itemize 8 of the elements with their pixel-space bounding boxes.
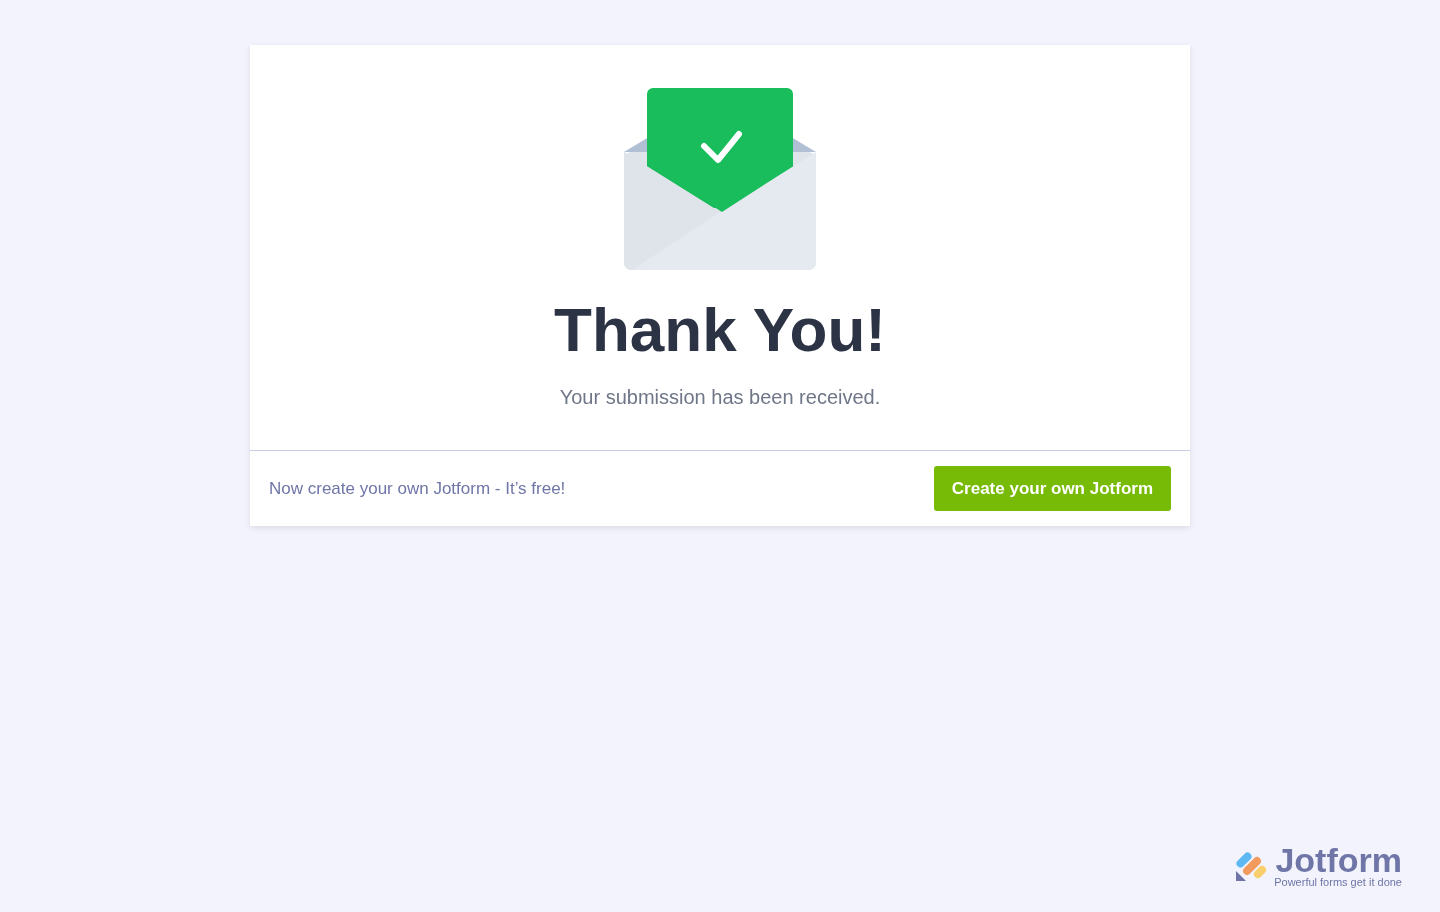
create-form-button[interactable]: Create your own Jotform — [933, 466, 1171, 511]
page-title: Thank You! — [554, 294, 886, 366]
brand-name: Jotform — [1275, 844, 1402, 876]
brand-tagline: Powerful forms get it done — [1274, 876, 1402, 888]
confirmation-message: Your submission has been received. — [559, 385, 881, 410]
promo-text: Now create your own Jotform - It’s free! — [269, 477, 566, 500]
logo-icon — [1234, 849, 1269, 883]
envelope-check-icon — [624, 88, 816, 270]
